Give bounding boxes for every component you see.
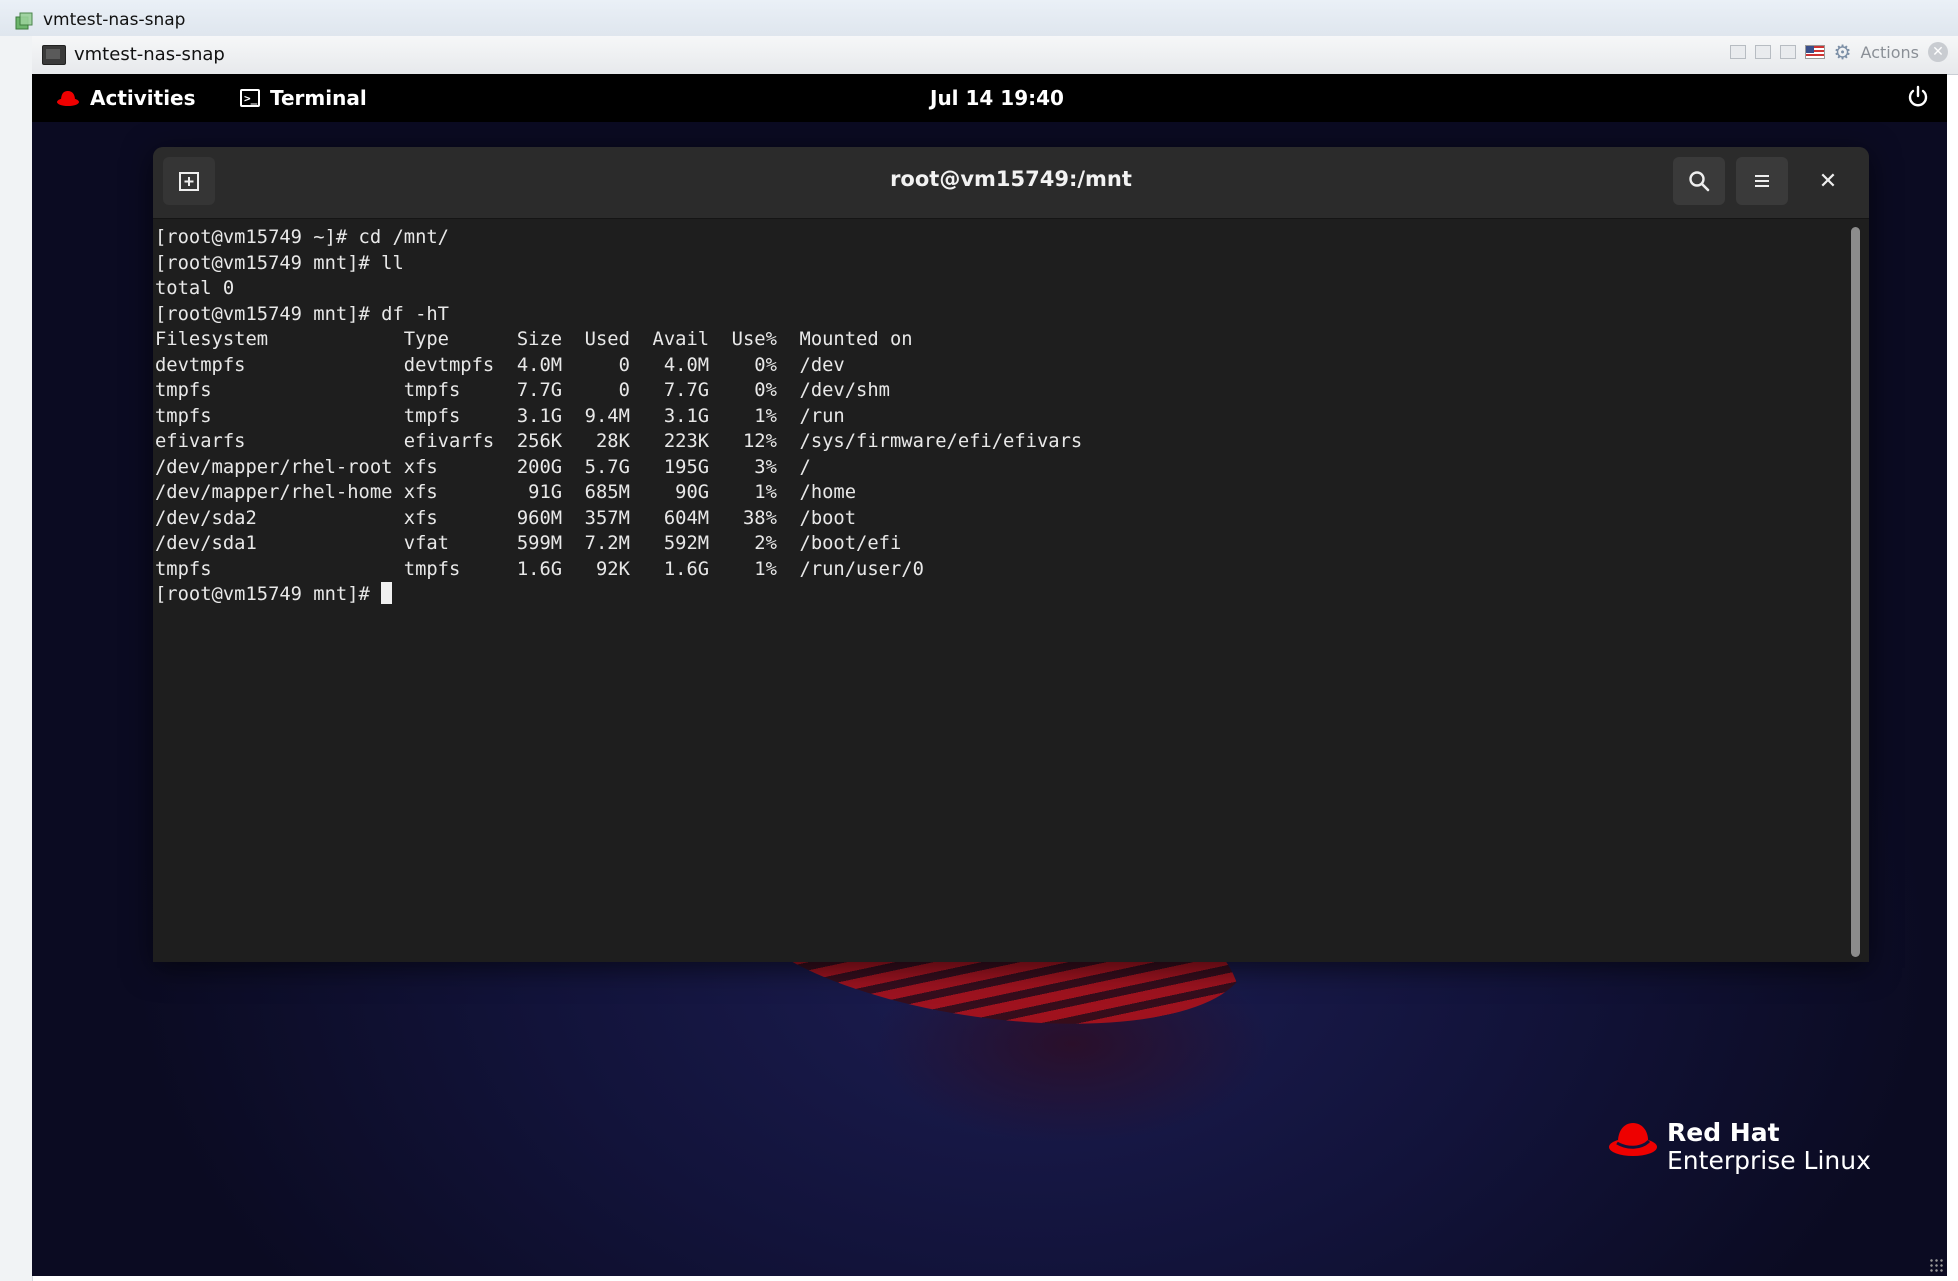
hamburger-menu-icon (1755, 175, 1769, 187)
app-icon (15, 12, 33, 30)
text-cursor (381, 582, 393, 604)
actions-menu-button[interactable]: Actions (1861, 43, 1919, 62)
monitor-icon (42, 45, 66, 65)
power-icon[interactable] (1905, 84, 1931, 110)
brand-line-1: Red Hat (1667, 1118, 1780, 1147)
terminal-line: total 0 (155, 278, 235, 299)
df-header-line: Filesystem Type Size Used Avail Use% Mou… (155, 329, 913, 350)
redhat-wordmark: Red Hat Enterprise Linux (1667, 1119, 1871, 1175)
close-window-button[interactable]: ✕ (1808, 161, 1848, 201)
main-menu-button[interactable] (1736, 157, 1788, 205)
console-toolbar: vmtest-nas-snap ⚙ Actions ✕ (32, 36, 1958, 75)
activities-button[interactable]: Activities (56, 86, 196, 110)
df-row: tmpfs tmpfs 3.1G 9.4M 3.1G 1% /run (155, 405, 845, 427)
clock[interactable]: Jul 14 19:40 (930, 86, 1064, 110)
df-row: efivarfs efivarfs 256K 28K 223K 12% /sys… (155, 431, 1083, 452)
df-row: devtmpfs devtmpfs 4.0M 0 4.0M 0% /dev (155, 354, 845, 376)
terminal-window-title: root@vm15749:/mnt (890, 167, 1132, 191)
redhat-branding: Red Hat Enterprise Linux (1607, 1119, 1871, 1175)
gnome-desktop: Activities >_ Terminal Jul 14 19:40 root… (32, 74, 1947, 1276)
terminal-line: [root@vm15749 mnt]# df -hT (155, 303, 449, 325)
terminal-output: [root@vm15749 ~]# cd /mnt/ [root@vm15749… (155, 225, 1082, 608)
gnome-top-bar: Activities >_ Terminal Jul 14 19:40 (32, 74, 1947, 122)
terminal-headerbar: root@vm15749:/mnt ✕ (153, 147, 1869, 219)
search-button[interactable] (1673, 157, 1725, 205)
console-title: vmtest-nas-snap (74, 44, 225, 65)
app-menu-terminal[interactable]: >_ Terminal (240, 86, 367, 110)
terminal-line: [root@vm15749 ~]# cd /mnt/ (155, 227, 449, 248)
terminal-icon: >_ (240, 89, 260, 107)
df-row: /dev/mapper/rhel-root xfs 200G 5.7G 195G… (155, 456, 811, 478)
redhat-hat-icon (1609, 1123, 1657, 1156)
brand-line-2: Enterprise Linux (1667, 1146, 1871, 1175)
df-row: tmpfs tmpfs 7.7G 0 7.7G 0% /dev/shm (155, 380, 890, 401)
fullscreen-button[interactable] (1779, 45, 1796, 59)
console-tools: ⚙ Actions ✕ (1729, 42, 1948, 62)
redhat-hat-icon (57, 91, 79, 106)
prompt: [root@vm15749 mnt]# (155, 584, 382, 605)
df-row: tmpfs tmpfs 1.6G 92K 1.6G 1% /run/user/0 (155, 558, 924, 580)
fit-window-button[interactable] (1729, 45, 1746, 59)
df-row: /dev/sda2 xfs 960M 357M 604M 38% /boot (155, 507, 857, 529)
resize-grip[interactable] (1929, 1258, 1943, 1272)
outer-window-titlebar: vmtest-nas-snap (0, 0, 1958, 37)
close-icon[interactable]: ✕ (1928, 42, 1948, 62)
app-menu-label: Terminal (270, 86, 367, 110)
search-icon (1689, 171, 1710, 192)
terminal-line: [root@vm15749 mnt]# ll (155, 252, 404, 274)
terminal-window: root@vm15749:/mnt ✕ [root@vm15749 ~]# cd… (153, 147, 1869, 962)
keyboard-language-flag-icon[interactable] (1804, 45, 1825, 59)
prompt-line[interactable]: [root@vm15749 mnt]# (155, 582, 393, 605)
df-row: /dev/mapper/rhel-home xfs 91G 685M 90G 1… (155, 482, 857, 503)
gear-icon[interactable]: ⚙ (1834, 42, 1852, 62)
scale-button[interactable] (1754, 45, 1771, 59)
outer-window-title: vmtest-nas-snap (43, 10, 186, 30)
terminal-output-area[interactable]: [root@vm15749 ~]# cd /mnt/ [root@vm15749… (153, 219, 1869, 962)
df-row: /dev/sda1 vfat 599M 7.2M 592M 2% /boot/e… (155, 533, 902, 554)
left-panel-strip (0, 36, 33, 1281)
close-icon: ✕ (1818, 168, 1838, 194)
activities-label: Activities (90, 86, 196, 110)
terminal-scrollbar[interactable] (1851, 227, 1860, 957)
